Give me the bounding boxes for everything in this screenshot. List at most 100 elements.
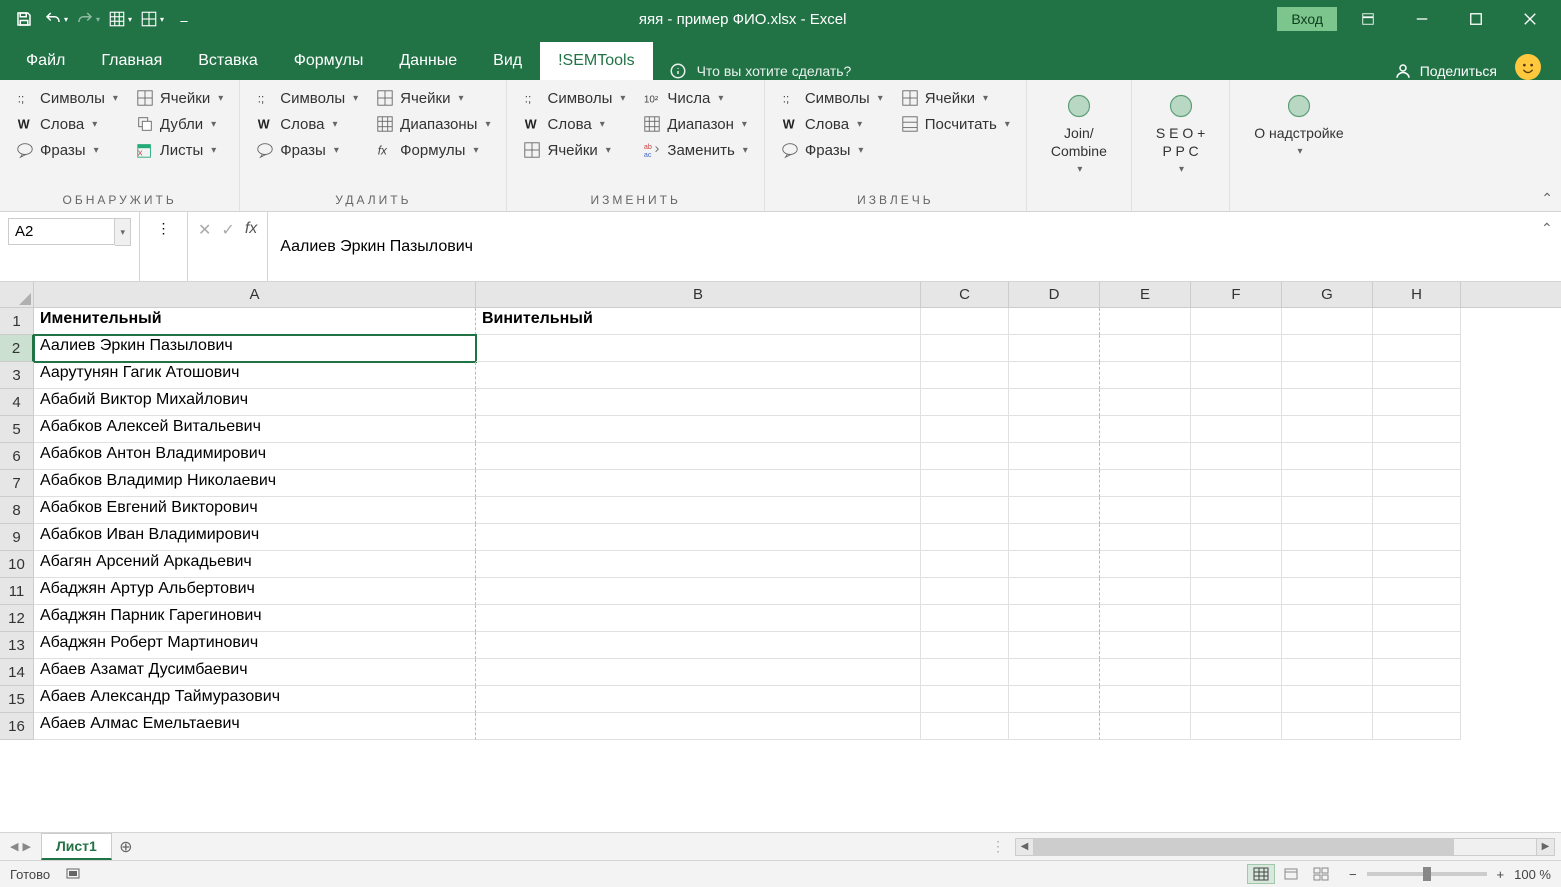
cell[interactable] (1191, 497, 1282, 524)
zoom-level[interactable]: 100 % (1514, 867, 1551, 882)
column-header-C[interactable]: C (921, 282, 1009, 307)
cell[interactable] (1282, 524, 1373, 551)
enter-formula-icon[interactable]: ✓ (221, 220, 234, 240)
cell[interactable] (921, 362, 1009, 389)
cell[interactable] (1009, 578, 1100, 605)
row-header[interactable]: 10 (0, 551, 34, 578)
column-header-B[interactable]: B (476, 282, 921, 307)
cell[interactable] (921, 443, 1009, 470)
change-заменить[interactable]: abacЗаменить (637, 138, 753, 162)
cell[interactable] (921, 551, 1009, 578)
cell[interactable] (1191, 308, 1282, 335)
cell[interactable] (1009, 605, 1100, 632)
cell[interactable]: Абабков Евгений Викторович (34, 497, 476, 524)
row-header[interactable]: 14 (0, 659, 34, 686)
tab-файл[interactable]: Файл (8, 42, 83, 80)
qat-customize[interactable]: ⚊ (172, 7, 196, 31)
column-header-A[interactable]: A (34, 282, 476, 307)
detect-дубли[interactable]: Дубли (130, 112, 229, 136)
cell[interactable] (1009, 308, 1100, 335)
cell[interactable] (1373, 578, 1461, 605)
cell[interactable] (921, 389, 1009, 416)
cell[interactable] (921, 713, 1009, 740)
cell[interactable] (1373, 335, 1461, 362)
cell[interactable] (476, 389, 921, 416)
cell[interactable] (1100, 416, 1191, 443)
detect-листы[interactable]: XЛисты (130, 138, 229, 162)
cell[interactable] (1373, 443, 1461, 470)
cell[interactable] (1100, 335, 1191, 362)
redo-button[interactable]: ▾ (76, 7, 100, 31)
cell[interactable] (1282, 551, 1373, 578)
delete-символы[interactable]: :;Символы (250, 86, 364, 110)
cell[interactable] (1009, 497, 1100, 524)
extract-символы[interactable]: :;Символы (775, 86, 889, 110)
add-sheet-button[interactable]: ⊕ (112, 837, 140, 857)
cell[interactable] (1282, 335, 1373, 362)
sheet-nav-prev[interactable]: ◀ (10, 840, 18, 853)
row-header[interactable]: 15 (0, 686, 34, 713)
cell[interactable] (1282, 416, 1373, 443)
cell[interactable]: Абабков Антон Владимирович (34, 443, 476, 470)
cell[interactable] (921, 686, 1009, 713)
change-символы[interactable]: :;Символы (517, 86, 631, 110)
cell[interactable] (1100, 713, 1191, 740)
cell[interactable] (1191, 416, 1282, 443)
row-header[interactable]: 11 (0, 578, 34, 605)
cell[interactable] (1373, 551, 1461, 578)
cell[interactable] (476, 632, 921, 659)
about-addin-button[interactable]: О надстройке (1240, 86, 1357, 163)
change-ячейки[interactable]: Ячейки (517, 138, 631, 162)
cell[interactable] (921, 335, 1009, 362)
cell[interactable] (1191, 632, 1282, 659)
cell[interactable] (476, 335, 921, 362)
tab-вставка[interactable]: Вставка (180, 42, 275, 80)
cell[interactable] (1100, 389, 1191, 416)
tab-semtools[interactable]: !SEMTools (540, 42, 652, 80)
cell[interactable] (1009, 659, 1100, 686)
cell[interactable] (476, 605, 921, 632)
row-header[interactable]: 13 (0, 632, 34, 659)
cell[interactable] (1100, 497, 1191, 524)
cell[interactable] (476, 551, 921, 578)
cell[interactable]: Именительный (34, 308, 476, 335)
qat-icon-2[interactable]: ▾ (140, 7, 164, 31)
cell[interactable]: Абаев Азамат Дусимбаевич (34, 659, 476, 686)
cell[interactable] (1100, 686, 1191, 713)
extract-посчитать[interactable]: Посчитать (895, 112, 1016, 136)
cell[interactable] (1191, 578, 1282, 605)
sheet-nav-next[interactable]: ▶ (22, 840, 30, 853)
cell[interactable] (1009, 389, 1100, 416)
column-header-F[interactable]: F (1191, 282, 1282, 307)
sheet-tab[interactable]: Лист1 (41, 833, 112, 860)
column-header-E[interactable]: E (1100, 282, 1191, 307)
seo-ppc-button[interactable]: S E O + P P C (1142, 86, 1219, 181)
select-all-button[interactable] (0, 282, 34, 307)
delete-ячейки[interactable]: Ячейки (370, 86, 496, 110)
cell[interactable] (921, 632, 1009, 659)
feedback-smiley-icon[interactable] (1515, 54, 1541, 80)
cell[interactable] (1191, 551, 1282, 578)
cell[interactable]: Винительный (476, 308, 921, 335)
change-числа[interactable]: 10²Числа (637, 86, 753, 110)
column-header-G[interactable]: G (1282, 282, 1373, 307)
undo-button[interactable]: ▾ (44, 7, 68, 31)
fx-icon[interactable]: fx (245, 220, 257, 238)
column-header-D[interactable]: D (1009, 282, 1100, 307)
scroll-left-button[interactable]: ◀ (1016, 839, 1034, 855)
change-слова[interactable]: WСлова (517, 112, 631, 136)
cell[interactable] (921, 497, 1009, 524)
cell[interactable] (1191, 335, 1282, 362)
ribbon-display-options[interactable] (1345, 0, 1391, 38)
cell[interactable] (476, 578, 921, 605)
cell[interactable] (1100, 362, 1191, 389)
qat-icon-1[interactable]: ▾ (108, 7, 132, 31)
row-header[interactable]: 2 (0, 335, 34, 362)
cell[interactable] (1282, 605, 1373, 632)
zoom-in-button[interactable]: + (1497, 867, 1505, 882)
cell[interactable] (1191, 713, 1282, 740)
tab-данные[interactable]: Данные (381, 42, 475, 80)
tab-вид[interactable]: Вид (475, 42, 540, 80)
cell[interactable] (921, 308, 1009, 335)
cell[interactable] (1100, 578, 1191, 605)
